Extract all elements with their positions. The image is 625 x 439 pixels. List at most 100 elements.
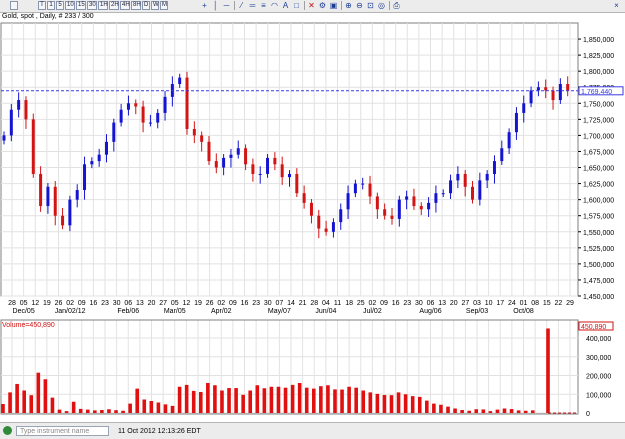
volume-bar xyxy=(530,410,535,413)
candle-body xyxy=(463,173,467,187)
x-tick-label: 09 xyxy=(380,300,388,307)
candle-body xyxy=(427,202,431,210)
volume-bar xyxy=(85,409,90,413)
volume-bar xyxy=(255,385,260,413)
x-tick-label: 16 xyxy=(392,300,400,307)
candle-body xyxy=(449,180,453,194)
volume-y-tick-label: 400,000 xyxy=(586,336,611,343)
x-tick-label: 12 xyxy=(31,300,39,307)
volume-y-tick-label: 100,000 xyxy=(586,392,611,399)
volume-bar xyxy=(142,399,147,413)
x-tick-label: 29 xyxy=(566,300,574,307)
x-tick-label: 28 xyxy=(8,300,16,307)
candle-body xyxy=(339,209,343,223)
candle-body xyxy=(471,186,475,200)
volume-bar xyxy=(354,387,358,413)
y-tick-label: 1,500,000 xyxy=(583,262,614,269)
candle-body xyxy=(390,215,394,219)
x-tick-label: 30 xyxy=(264,300,272,307)
volume-label: Volume=450,890 xyxy=(2,322,55,329)
volume-bar xyxy=(290,384,295,413)
volume-bar xyxy=(347,386,351,413)
candle-body xyxy=(192,128,196,136)
x-tick-label: 06 xyxy=(124,300,132,307)
volume-bar xyxy=(57,409,62,413)
candle-body xyxy=(397,199,401,219)
x-tick-label: 23 xyxy=(403,300,411,307)
x-tick-label: 27 xyxy=(159,300,167,307)
y-tick-label: 1,575,000 xyxy=(583,214,614,221)
x-tick-label: 19 xyxy=(43,300,51,307)
volume-bar xyxy=(340,389,344,413)
candle-body xyxy=(544,87,548,91)
candle-body xyxy=(104,141,108,155)
candle-body xyxy=(46,186,50,207)
price-chart[interactable]: 28 05 12 19 26 02 09 16 23 30 06 13 20 27 05 12 19 26 02 09… xyxy=(0,0,625,438)
x-tick-label: 02 xyxy=(368,300,376,307)
instrument-search-input[interactable]: Type instrument name xyxy=(16,426,109,436)
volume-bar xyxy=(453,408,457,413)
x-tick-label: 25 xyxy=(357,300,365,307)
volume-bar xyxy=(333,389,337,413)
volume-bar xyxy=(425,400,429,413)
volume-bar xyxy=(375,393,380,413)
y-tick-label: 1,450,000 xyxy=(583,294,614,301)
y-tick-label: 1,725,000 xyxy=(583,117,614,124)
x-tick-label: 30 xyxy=(113,300,121,307)
candle-body xyxy=(529,90,533,104)
candle-body xyxy=(478,180,482,200)
volume-bar xyxy=(304,387,309,413)
candle-body xyxy=(331,222,335,232)
y-tick-label: 1,850,000 xyxy=(583,37,614,44)
volume-bar xyxy=(36,372,41,413)
candle-body xyxy=(97,154,101,162)
candle-body xyxy=(53,186,57,216)
x-tick-label: 21 xyxy=(299,300,307,307)
candle-body xyxy=(61,215,65,226)
volume-bar xyxy=(156,402,161,413)
y-tick-label: 1,675,000 xyxy=(583,149,614,156)
volume-bar xyxy=(121,410,125,413)
volume-bar xyxy=(474,409,479,413)
candle-body xyxy=(200,135,204,142)
candle-body xyxy=(419,206,423,210)
volume-bar xyxy=(100,410,104,413)
status-icon xyxy=(3,426,12,435)
volume-bar xyxy=(481,409,486,413)
candle-body xyxy=(295,173,299,194)
x-tick-label: 11 xyxy=(334,300,341,307)
candle-body xyxy=(163,96,167,113)
volume-bar xyxy=(297,383,302,413)
y-tick-label: 1,650,000 xyxy=(583,166,614,173)
x-tick-label: 05 xyxy=(20,300,28,307)
volume-bar xyxy=(191,390,196,413)
volume-bar xyxy=(71,401,76,413)
candle-body xyxy=(229,154,233,158)
candle-body xyxy=(558,84,562,101)
volume-bar xyxy=(114,410,118,413)
x-tick-label: 02 xyxy=(217,300,225,307)
x-tick-label: 17 xyxy=(496,300,504,307)
x-tick-label: 27 xyxy=(461,300,469,307)
volume-bar xyxy=(29,395,34,413)
candle-body xyxy=(17,100,21,110)
volume-bar xyxy=(446,406,450,413)
status-timestamp: 11 Oct 2012 12:13:26 EDT xyxy=(118,428,201,435)
x-tick-label: 23 xyxy=(252,300,260,307)
volume-bar xyxy=(198,392,203,413)
month-label: Oct/08 xyxy=(513,308,534,315)
y-tick-label: 1,600,000 xyxy=(583,198,614,205)
y-tick-label: 1,700,000 xyxy=(583,133,614,140)
x-tick-label: 16 xyxy=(89,300,97,307)
volume-bar xyxy=(206,383,210,413)
volume-tag-label: 450,890 xyxy=(581,324,606,331)
candle-body xyxy=(148,122,152,124)
volume-bar xyxy=(227,388,231,413)
volume-bar xyxy=(93,410,97,413)
candle-body xyxy=(346,193,350,210)
y-tick-label: 1,825,000 xyxy=(583,53,614,60)
candle-body xyxy=(185,77,189,129)
candle-body xyxy=(566,84,570,91)
x-tick-label: 22 xyxy=(554,300,562,307)
volume-y-tick-label: 300,000 xyxy=(586,355,611,362)
